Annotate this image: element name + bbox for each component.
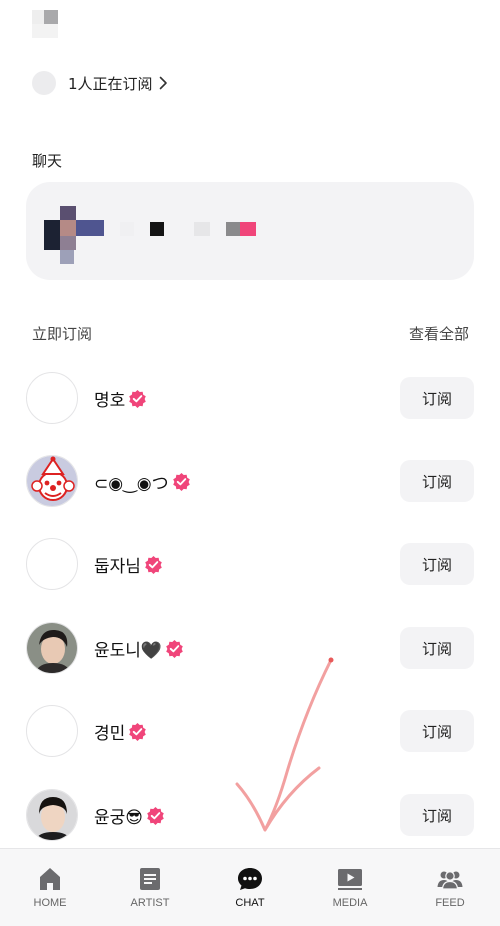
artist-name: 경민 <box>94 723 126 744</box>
nav-feed-label: FEED <box>435 897 465 909</box>
artist-row[interactable]: 윤도니🖤 订阅 <box>26 621 474 675</box>
verified-badge-icon <box>166 639 183 658</box>
artist-photo-image <box>27 623 77 673</box>
nav-home-label: HOME <box>33 897 67 909</box>
subscribe-button[interactable]: 订阅 <box>400 794 474 836</box>
subscribe-button[interactable]: 订阅 <box>400 710 474 752</box>
play-icon <box>338 869 362 890</box>
artist-row[interactable]: ⊂◉‿◉つ 订阅 <box>26 454 474 508</box>
viewer-avatar <box>32 71 56 95</box>
chevron-right-icon <box>159 76 167 90</box>
subscribe-section-header: 立即订阅 查看全部 <box>32 323 469 344</box>
artist-name: 명호 <box>94 390 126 411</box>
blurred-logo-image <box>30 8 62 40</box>
artist-avatar <box>26 622 78 674</box>
subscribe-button[interactable]: 订阅 <box>400 460 474 502</box>
nav-chat[interactable]: CHAT <box>200 849 300 926</box>
chat-preview-card[interactable] <box>26 182 474 280</box>
subscribe-section-title: 立即订阅 <box>32 325 93 343</box>
subscribe-button[interactable]: 订阅 <box>400 377 474 419</box>
verified-badge-icon <box>147 806 164 825</box>
artist-avatar <box>26 455 78 507</box>
document-icon <box>140 868 160 890</box>
artist-avatar <box>26 705 78 757</box>
verified-badge-icon <box>129 722 147 741</box>
nav-home[interactable]: HOME <box>0 849 100 926</box>
home-icon <box>40 868 60 890</box>
nav-media-label: MEDIA <box>332 897 368 909</box>
artist-row[interactable]: 경민 订阅 <box>26 704 474 758</box>
artist-name: 둡자님 <box>94 556 141 577</box>
artist-row[interactable]: 명호 订阅 <box>26 371 474 425</box>
artist-row[interactable]: 윤궁😎 订阅 <box>26 788 474 842</box>
subscribe-button[interactable]: 订阅 <box>400 543 474 585</box>
artist-row[interactable]: 둡자님 订阅 <box>26 537 474 591</box>
watching-count-link[interactable]: 1人正在订阅 <box>32 70 168 96</box>
subscribe-button[interactable]: 订阅 <box>400 627 474 669</box>
blurred-avatar-image <box>44 220 60 250</box>
nav-feed[interactable]: FEED <box>400 849 500 926</box>
clown-avatar-image <box>27 456 77 506</box>
verified-badge-icon <box>145 555 162 574</box>
watching-count-text: 1人正在订阅 <box>68 74 153 93</box>
chat-bubble-icon <box>238 868 262 890</box>
artist-name: 윤도니🖤 <box>94 640 163 661</box>
artist-name: ⊂◉‿◉つ <box>94 473 169 494</box>
nav-chat-label: CHAT <box>235 897 265 909</box>
verified-badge-icon <box>172 472 190 491</box>
nav-media[interactable]: MEDIA <box>300 849 400 926</box>
chat-section-title: 聊天 <box>32 152 63 170</box>
nav-artist[interactable]: ARTIST <box>100 849 200 926</box>
view-all-link[interactable]: 查看全部 <box>409 323 469 344</box>
artist-avatar <box>26 538 78 590</box>
artist-avatar <box>26 372 78 424</box>
artist-avatar <box>26 789 78 841</box>
nav-artist-label: ARTIST <box>130 897 170 909</box>
verified-badge-icon <box>129 389 147 408</box>
artist-name: 윤궁😎 <box>94 807 144 828</box>
people-icon <box>437 871 463 890</box>
artist-photo-image <box>27 790 77 840</box>
subscription-page: 1人正在订阅 聊天 立即订阅 查看全部 명호 订阅 ⊂◉‿◉つ 订阅 둡자님 订… <box>0 0 500 926</box>
bottom-navigation: HOME ARTIST CHAT MEDIA FEED <box>0 848 500 926</box>
